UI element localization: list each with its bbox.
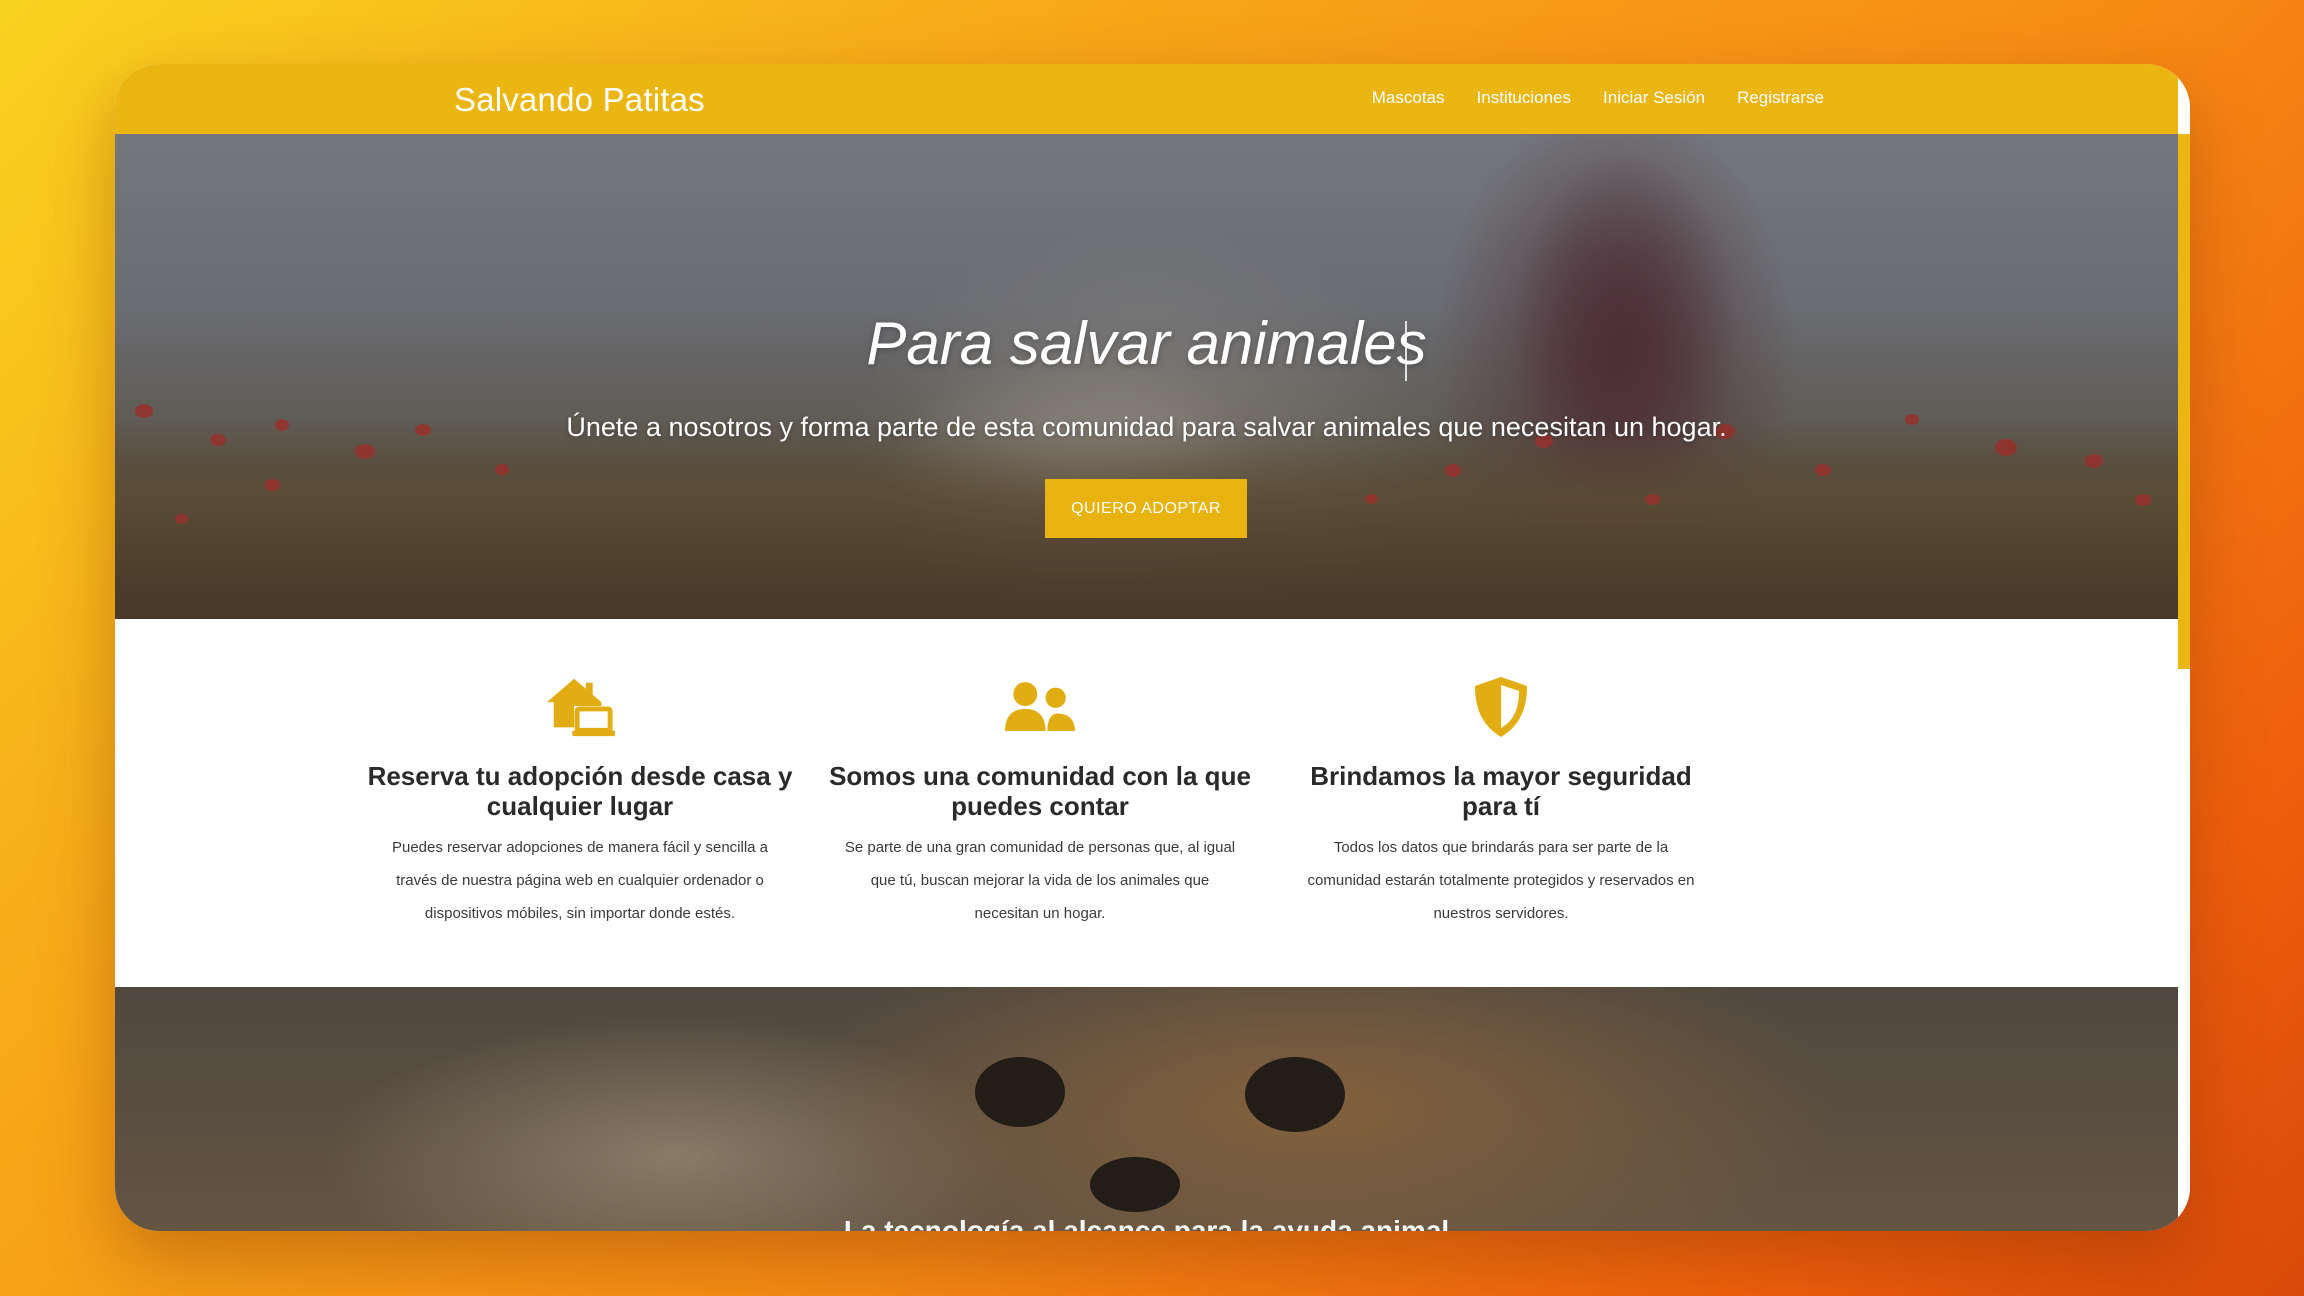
navbar: Salvando Patitas Mascotas Instituciones … [115,64,2190,134]
house-laptop-icon [545,676,615,738]
lower-section: La tecnología al alcance para la ayuda a… [115,987,2178,1231]
hero-title: Para salvar animales [866,310,1427,377]
nav-link-iniciar-sesion[interactable]: Iniciar Sesión [1603,88,1705,108]
typing-caret [1405,321,1407,381]
feature-title: Somos una comunidad con la que puedes co… [829,761,1251,821]
adopt-button[interactable]: QUIERO ADOPTAR [1045,479,1247,538]
hero-subtitle: Únete a nosotros y forma parte de esta c… [566,412,1727,442]
hero-section: Para salvar animales Únete a nosotros y … [115,134,2178,619]
nav-links: Mascotas Instituciones Iniciar Sesión Re… [1372,88,1824,108]
users-icon [1005,676,1075,738]
feature-title: Reserva tu adopción desde casa y cualqui… [367,761,793,821]
lower-overlay [115,987,2178,1231]
feature-title: Brindamos la mayor seguridad para tí [1310,761,1692,821]
feature-text: Se parte de una gran comunidad de person… [844,839,1236,922]
feature-text: Todos los datos que brindarás para ser p… [1307,839,1695,922]
scrollbar-thumb[interactable] [2178,134,2190,669]
nav-link-registrarse[interactable]: Registrarse [1737,88,1824,108]
brand-logo[interactable]: Salvando Patitas [454,81,705,119]
feature-text: Puedes reservar adopciones de manera fác… [391,839,769,922]
features-section: Reserva tu adopción desde casa y cualqui… [115,619,2178,987]
lower-heading: La tecnología al alcance para la ayuda a… [843,1215,1450,1231]
browser-window: Salvando Patitas Mascotas Instituciones … [115,64,2190,1231]
scrollbar-track[interactable] [2178,64,2190,1231]
nav-link-mascotas[interactable]: Mascotas [1372,88,1445,108]
nav-link-instituciones[interactable]: Instituciones [1477,88,1572,108]
shield-icon [1466,676,1536,738]
